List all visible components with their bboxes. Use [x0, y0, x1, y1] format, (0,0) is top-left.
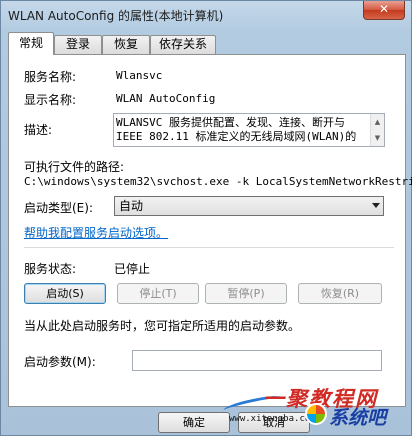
- chevron-down-icon: [372, 203, 380, 208]
- service-properties-window: WLAN AutoConfig 的属性(本地计算机) ✕ 常规 登录 恢复 依存…: [0, 0, 412, 436]
- exe-path-value: C:\windows\system32\svchost.exe -k Local…: [24, 175, 412, 188]
- resume-button[interactable]: 恢复(R): [298, 283, 382, 304]
- tab-logon[interactable]: 登录: [54, 35, 102, 54]
- scroll-down-icon[interactable]: ▼: [371, 130, 384, 146]
- startup-type-label: 启动类型(E):: [24, 201, 93, 215]
- exe-path-label: 可执行文件的路径:: [24, 160, 125, 174]
- window-title: WLAN AutoConfig 的属性(本地计算机): [8, 9, 224, 23]
- service-status-value: 已停止: [114, 262, 151, 276]
- description-label: 描述:: [24, 123, 53, 137]
- start-params-hint: 当从此处启动服务时，您可指定所适用的启动参数。: [24, 319, 301, 333]
- tab-recovery[interactable]: 恢复: [102, 35, 150, 54]
- divider: [24, 247, 394, 248]
- start-button[interactable]: 启动(S): [24, 283, 106, 304]
- close-icon: ✕: [378, 2, 390, 16]
- tab-dependencies[interactable]: 依存关系: [150, 35, 216, 54]
- startup-type-select[interactable]: 自动: [114, 196, 384, 216]
- watermark-brand-bottom: 系统吧: [329, 407, 387, 429]
- description-box[interactable]: WLANSVC 服务提供配置、发现、连接、断开与 IEEE 802.11 标准定…: [113, 113, 385, 147]
- watermark-url: www.xitongba.com: [229, 414, 316, 424]
- ok-button[interactable]: 确定: [158, 412, 230, 433]
- close-button[interactable]: ✕: [363, 1, 405, 20]
- start-params-label: 启动参数(M):: [24, 355, 96, 369]
- pause-button[interactable]: 暂停(P): [205, 283, 287, 304]
- windows-logo-icon: [305, 403, 327, 425]
- description-text: WLANSVC 服务提供配置、发现、连接、断开与 IEEE 802.11 标准定…: [116, 116, 357, 143]
- help-link[interactable]: 帮助我配置服务启动选项。: [24, 224, 168, 241]
- general-panel: 服务名称: Wlansvc 显示名称: WLAN AutoConfig 描述: …: [8, 54, 412, 407]
- tab-strip: 常规 登录 恢复 依存关系: [8, 32, 406, 55]
- title-bar: WLAN AutoConfig 的属性(本地计算机) ✕: [1, 1, 411, 29]
- tab-general[interactable]: 常规: [8, 32, 54, 55]
- watermark: 一聚教程网 www.xitongba.com 系统吧: [222, 379, 412, 436]
- service-name-label: 服务名称:: [24, 70, 77, 84]
- start-params-input[interactable]: [132, 350, 382, 371]
- stop-button[interactable]: 停止(T): [117, 283, 199, 304]
- service-name-value: Wlansvc: [116, 69, 163, 82]
- description-scrollbar[interactable]: ▲ ▼: [370, 114, 384, 146]
- startup-type-value: 自动: [119, 199, 144, 213]
- display-name-value: WLAN AutoConfig: [116, 92, 216, 105]
- display-name-label: 显示名称:: [24, 93, 77, 107]
- service-status-label: 服务状态:: [24, 262, 77, 276]
- scroll-up-icon[interactable]: ▲: [371, 114, 384, 130]
